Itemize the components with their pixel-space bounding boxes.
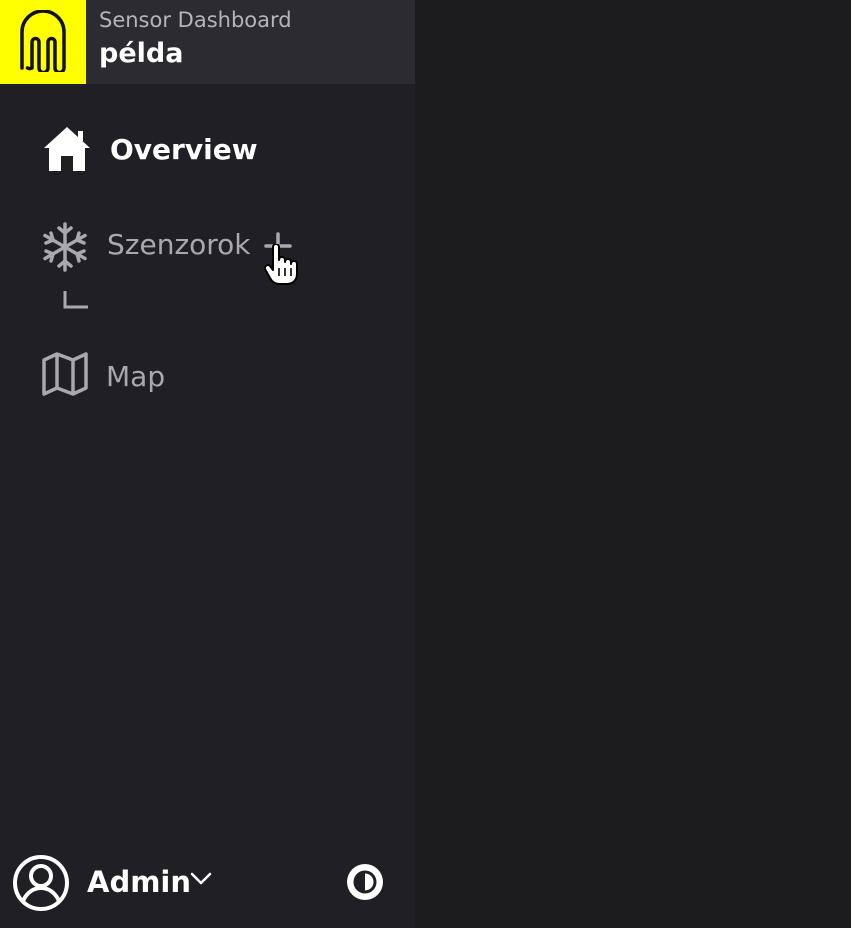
- nav-label-map: Map: [106, 360, 166, 393]
- nav-item-overview[interactable]: Overview: [0, 117, 415, 187]
- app-root: Sensor Dashboard példa Overview Szenzoro…: [0, 0, 851, 928]
- map-icon: [42, 352, 88, 396]
- site-name[interactable]: példa: [99, 38, 183, 69]
- user-circle-icon: [13, 855, 69, 911]
- main-content: [415, 0, 851, 928]
- nav-item-sensors[interactable]: Szenzorok: [0, 212, 415, 285]
- brand-logo[interactable]: [0, 0, 86, 84]
- home-icon: [44, 127, 90, 171]
- contrast-toggle-icon[interactable]: [346, 863, 384, 901]
- sidebar-header: Sensor Dashboard példa: [0, 0, 415, 84]
- chevron-down-icon: [190, 872, 212, 885]
- nav-label-sensors: Szenzorok: [107, 228, 251, 261]
- user-name: Admin: [87, 865, 192, 899]
- tree-branch-connector: [63, 291, 88, 309]
- jellyfish-logo-icon: [20, 10, 66, 72]
- user-menu[interactable]: Admin: [12, 854, 232, 912]
- app-name: Sensor Dashboard: [99, 8, 292, 32]
- hand-pointer-cursor-icon: [263, 244, 298, 285]
- nav-label-overview: Overview: [110, 133, 258, 166]
- snowflake-icon: [43, 222, 87, 272]
- sidebar: Sensor Dashboard példa Overview Szenzoro…: [0, 0, 415, 928]
- nav-item-map[interactable]: Map: [0, 342, 415, 412]
